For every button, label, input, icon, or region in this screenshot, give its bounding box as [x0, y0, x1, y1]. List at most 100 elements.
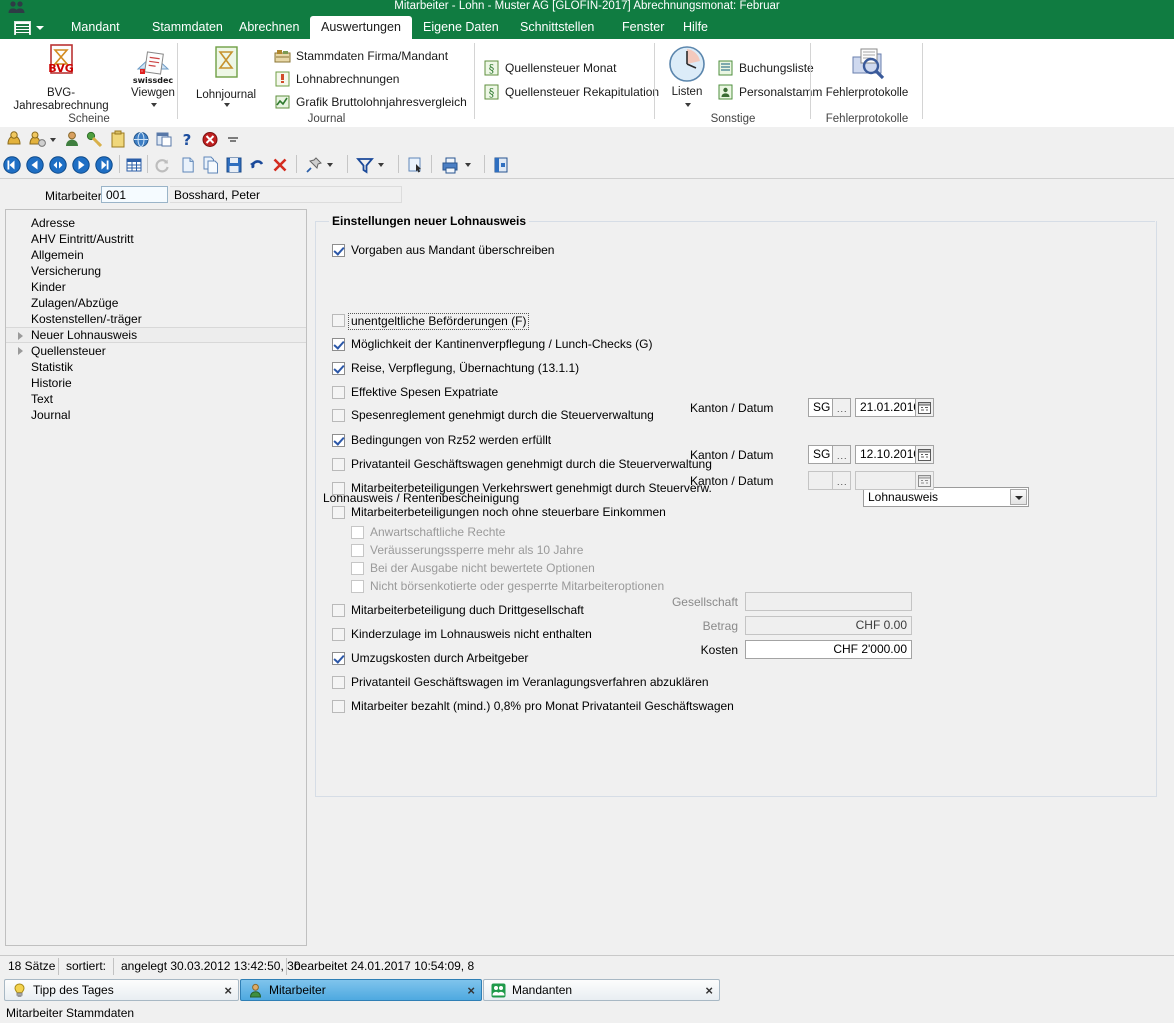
- lohnjournal-button[interactable]: Lohnjournal: [184, 41, 268, 107]
- taskbar-item-mandanten[interactable]: Mandanten ×: [483, 979, 720, 1001]
- tree-item-versicherung[interactable]: Versicherung: [6, 263, 306, 279]
- calendar-button-2[interactable]: [915, 445, 934, 464]
- kanton-input-2[interactable]: SG: [808, 445, 832, 464]
- kanton-picker-button-1[interactable]: ...: [832, 398, 851, 417]
- employee-number-input[interactable]: 001: [101, 186, 168, 203]
- tree-item-adresse[interactable]: Adresse: [6, 215, 306, 231]
- next-record-icon[interactable]: [71, 155, 93, 175]
- copy-record-icon[interactable]: [201, 155, 223, 175]
- menu-grid-icon[interactable]: [6, 17, 50, 39]
- tree-item-allgemein[interactable]: Allgemein: [6, 247, 306, 263]
- expand-triangle-icon[interactable]: [18, 347, 23, 355]
- tree-item-quellensteuer[interactable]: Quellensteuer: [6, 343, 306, 359]
- windows-list-icon[interactable]: [154, 130, 176, 150]
- tree-item-kostenstellen-traeger[interactable]: Kostenstellen/-träger: [6, 311, 306, 327]
- checkbox-vorgaben-ueberschreiben[interactable]: [332, 244, 345, 257]
- tree-item-ahv-eintritt-austritt[interactable]: AHV Eintritt/Austritt: [6, 231, 306, 247]
- close-icon[interactable]: ×: [705, 982, 713, 999]
- checkbox-umzugskosten-arbeitgeber[interactable]: [332, 652, 345, 665]
- tab-mandant[interactable]: Mandant: [60, 16, 131, 39]
- filter-chevron-down-icon[interactable]: [378, 163, 384, 167]
- client-icon[interactable]: [4, 130, 26, 150]
- overflow-icon[interactable]: [225, 130, 247, 150]
- quellensteuer-rekapitulation-item[interactable]: § Quellensteuer Rekapitulation: [483, 81, 659, 103]
- print-icon[interactable]: [440, 155, 462, 175]
- key-icon[interactable]: [85, 130, 107, 150]
- kosten-input[interactable]: CHF 2'000.00: [745, 640, 912, 659]
- tab-auswertungen[interactable]: Auswertungen: [310, 16, 412, 39]
- tab-eigene-daten[interactable]: Eigene Daten: [412, 16, 510, 39]
- tree-item-statistik[interactable]: Statistik: [6, 359, 306, 375]
- tab-stammdaten[interactable]: Stammdaten: [141, 16, 234, 39]
- tree-item-zulagen-abzuege[interactable]: Zulagen/Abzüge: [6, 295, 306, 311]
- checkbox-effektive-spesen-expatriate[interactable]: [332, 386, 345, 399]
- pin-chevron-down-icon[interactable]: [327, 163, 333, 167]
- kanton-picker-button-2[interactable]: ...: [832, 445, 851, 464]
- checkbox-drittgesellschaft[interactable]: [332, 604, 345, 617]
- quellensteuer-monat-item[interactable]: § Quellensteuer Monat: [483, 57, 616, 79]
- kanton-input-1[interactable]: SG: [808, 398, 832, 417]
- tab-abrechnen[interactable]: Abrechnen: [228, 16, 310, 39]
- help-question-icon[interactable]: ?: [177, 130, 199, 150]
- datum-input-2[interactable]: 12.10.2010: [855, 445, 920, 464]
- print-chevron-down-icon[interactable]: [465, 163, 471, 167]
- last-record-icon[interactable]: [94, 155, 116, 175]
- checkbox-unentgeltliche-befoerderungen[interactable]: [332, 314, 345, 327]
- toggle-record-icon[interactable]: [48, 155, 70, 175]
- refresh-icon[interactable]: [152, 155, 174, 175]
- fehlerprotokolle-button[interactable]: Fehlerprotokolle: [813, 41, 921, 100]
- datum-input-1[interactable]: 21.01.2010: [855, 398, 920, 417]
- select-fields-icon[interactable]: [405, 155, 427, 175]
- checkbox-privatanteil-genehmigt[interactable]: [332, 458, 345, 471]
- tab-schnittstellen[interactable]: Schnittstellen: [509, 16, 605, 39]
- pin-icon[interactable]: [304, 155, 326, 175]
- tree-item-neuer-lohnausweis[interactable]: Neuer Lohnausweis: [6, 327, 306, 343]
- tree-item-text[interactable]: Text: [6, 391, 306, 407]
- tab-fenster[interactable]: Fenster: [611, 16, 675, 39]
- close-icon[interactable]: ×: [467, 982, 475, 999]
- tree-item-historie[interactable]: Historie: [6, 375, 306, 391]
- delete-icon[interactable]: [270, 155, 292, 175]
- listen-button[interactable]: Listen: [659, 41, 715, 107]
- checkbox-verkehrswert-genehmigt[interactable]: [332, 482, 345, 495]
- close-icon[interactable]: ×: [224, 982, 232, 999]
- clipboard-icon[interactable]: [108, 130, 130, 150]
- viewgen-split-chevron-down-icon[interactable]: [151, 103, 157, 107]
- undo-icon[interactable]: [247, 155, 269, 175]
- exit-icon[interactable]: [200, 130, 222, 150]
- bvg-jahresabrechnung-button[interactable]: BVG BVG- Jahresabrechnung: [4, 41, 118, 113]
- chevron-down-icon[interactable]: [1010, 489, 1027, 505]
- save-icon[interactable]: [224, 155, 246, 175]
- new-record-icon[interactable]: [178, 155, 200, 175]
- stammdaten-firma-mandant-item[interactable]: Stammdaten Firma/Mandant: [274, 45, 448, 67]
- taskbar-item-mitarbeiter[interactable]: Mitarbeiter ×: [240, 979, 482, 1001]
- filter-icon[interactable]: [355, 155, 377, 175]
- checkbox-bedingungen-rz52[interactable]: [332, 434, 345, 447]
- checkbox-mitarbeiter-bezahlt-privatanteil[interactable]: [332, 700, 345, 713]
- tree-item-journal[interactable]: Journal: [6, 407, 306, 423]
- lohnausweis-type-select[interactable]: Lohnausweis: [863, 487, 1029, 507]
- first-record-icon[interactable]: [2, 155, 24, 175]
- lohnabrechnungen-item[interactable]: Lohnabrechnungen: [274, 68, 399, 90]
- buchungsliste-item[interactable]: Buchungsliste: [717, 57, 814, 79]
- previous-record-icon[interactable]: [25, 155, 47, 175]
- table-view-icon[interactable]: [124, 155, 146, 175]
- checkbox-kantinenverpflegung[interactable]: [332, 338, 345, 351]
- grafik-bruttolohnjahresvergleich-item[interactable]: Grafik Bruttolohnjahresvergleich: [274, 91, 467, 113]
- close-window-icon[interactable]: [491, 155, 513, 175]
- globe-icon[interactable]: [131, 130, 153, 150]
- expand-triangle-icon[interactable]: [18, 332, 23, 340]
- checkbox-kinderzulage-nicht-enthalten[interactable]: [332, 628, 345, 641]
- lohnjournal-split-chevron-down-icon[interactable]: [224, 103, 230, 107]
- taskbar-item-tipp-des-tages[interactable]: Tipp des Tages ×: [4, 979, 239, 1001]
- tab-hilfe[interactable]: Hilfe: [672, 16, 719, 39]
- checkbox-noch-ohne-steuerbare-einkommen[interactable]: [332, 506, 345, 519]
- navigation-tree[interactable]: Adresse AHV Eintritt/Austritt Allgemein …: [5, 209, 307, 946]
- checkbox-reise-verpflegung-uebernachtung[interactable]: [332, 362, 345, 375]
- checkbox-veranlagungsverfahren-abzuklaeren[interactable]: [332, 676, 345, 689]
- client-settings-chevron-down-icon[interactable]: [50, 138, 56, 142]
- tree-item-kinder[interactable]: Kinder: [6, 279, 306, 295]
- checkbox-spesenreglement-genehmigt[interactable]: [332, 409, 345, 422]
- listen-split-chevron-down-icon[interactable]: [685, 103, 691, 107]
- client-settings-icon[interactable]: [27, 130, 49, 150]
